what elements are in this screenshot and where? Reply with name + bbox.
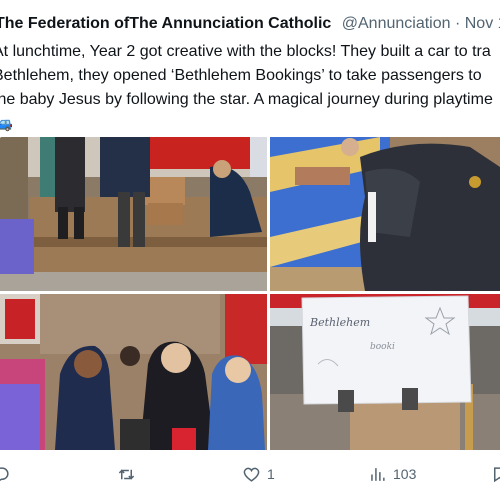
heart-icon <box>243 467 260 482</box>
tweet-text-line: At lunchtime, Year 2 got creative with t… <box>0 43 491 60</box>
photo-children-smiling[interactable] <box>0 294 267 450</box>
reply-icon <box>0 466 9 481</box>
tweet-header: The Federation ofThe Annunciation Cathol… <box>0 14 500 34</box>
tweet-text-line: the baby Jesus by following the star. A … <box>0 91 493 108</box>
tweet[interactable]: The Federation ofThe Annunciation Cathol… <box>0 0 500 500</box>
share-button[interactable] <box>490 459 500 489</box>
share-icon <box>493 466 500 482</box>
sign-text: Bethlehem <box>309 316 370 329</box>
tweet-text-line: Bethlehem, they opened ‘Bethlehem Bookin… <box>0 67 482 84</box>
like-button[interactable]: 1 <box>242 459 275 489</box>
retweet-icon <box>118 468 135 480</box>
action-bar: 1 103 <box>0 459 500 489</box>
header-separator: · <box>454 15 461 32</box>
car-emoji-icon: 🚙 <box>0 115 13 132</box>
views-button[interactable]: 103 <box>368 459 416 489</box>
author-name[interactable]: The Federation ofThe Annunciation Cathol… <box>0 15 331 32</box>
author-handle[interactable]: @Annunciation <box>342 15 451 32</box>
views-count: 103 <box>393 466 417 482</box>
like-count: 1 <box>267 466 275 482</box>
photo-handwritten-sign[interactable]: Bethlehem booki <box>270 294 500 450</box>
retweet-button[interactable] <box>117 459 142 489</box>
reply-button[interactable] <box>0 459 17 489</box>
tweet-date[interactable]: Nov 1 <box>465 15 500 32</box>
media-grid: Bethlehem booki <box>0 137 500 450</box>
sign-text-2: booki <box>370 342 395 352</box>
tweet-text: At lunchtime, Year 2 got creative with t… <box>0 40 500 136</box>
views-bar-chart-icon <box>371 467 385 481</box>
photo-child-in-car[interactable] <box>270 137 500 291</box>
photo-children-building-blocks[interactable] <box>0 137 267 291</box>
